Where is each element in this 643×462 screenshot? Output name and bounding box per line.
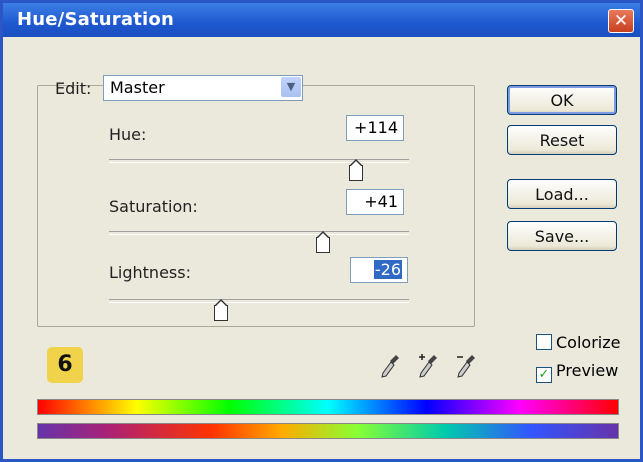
- lightness-label: Lightness:: [109, 263, 191, 282]
- load-button[interactable]: Load...: [507, 179, 617, 209]
- dialog-title: Hue/Saturation: [17, 9, 174, 30]
- hue-slider-thumb[interactable]: [349, 159, 363, 181]
- preview-checkbox[interactable]: ✓: [536, 367, 552, 383]
- hue-saturation-dialog: Hue/Saturation ✕ Edit: Master ▼ Hue: +11…: [0, 0, 643, 462]
- edit-label: Edit:: [55, 79, 92, 98]
- hue-label: Hue:: [109, 125, 147, 144]
- lightness-slider-thumb[interactable]: [214, 299, 228, 321]
- dialog-body: Edit: Master ▼ Hue: +114 Saturation: +41…: [3, 37, 640, 459]
- edit-select[interactable]: Master ▼: [103, 75, 303, 101]
- saturation-slider-thumb[interactable]: [316, 231, 330, 253]
- eyedropper-plus-icon[interactable]: [417, 353, 439, 379]
- colorize-checkbox[interactable]: [536, 334, 552, 350]
- preview-checkbox-row[interactable]: ✓ Preview: [536, 361, 618, 383]
- ok-button[interactable]: OK: [507, 85, 617, 115]
- close-button[interactable]: ✕: [608, 9, 634, 33]
- eyedropper-icon[interactable]: [379, 353, 401, 379]
- input-color-ramp: [37, 399, 619, 415]
- step-badge: 6: [47, 347, 83, 383]
- saturation-slider-track[interactable]: [109, 231, 409, 235]
- edit-select-value: Master: [110, 78, 165, 97]
- saturation-input[interactable]: +41: [346, 189, 404, 215]
- lightness-input[interactable]: -26: [350, 257, 408, 283]
- hue-input[interactable]: +114: [346, 115, 404, 141]
- colorize-label: Colorize: [556, 333, 621, 352]
- colorize-checkbox-row[interactable]: Colorize: [536, 333, 620, 352]
- saturation-label: Saturation:: [109, 197, 198, 216]
- adjustment-group: [37, 85, 475, 327]
- save-button[interactable]: Save...: [507, 221, 617, 251]
- hue-slider-track[interactable]: [109, 159, 409, 163]
- lightness-input-value: -26: [373, 260, 402, 279]
- lightness-slider-track[interactable]: [109, 299, 409, 303]
- preview-label: Preview: [556, 361, 619, 380]
- chevron-down-icon[interactable]: ▼: [281, 77, 301, 97]
- eyedropper-minus-icon[interactable]: [455, 353, 477, 379]
- title-bar: Hue/Saturation ✕: [3, 3, 640, 37]
- output-color-ramp: [37, 423, 619, 439]
- reset-button[interactable]: Reset: [507, 125, 617, 155]
